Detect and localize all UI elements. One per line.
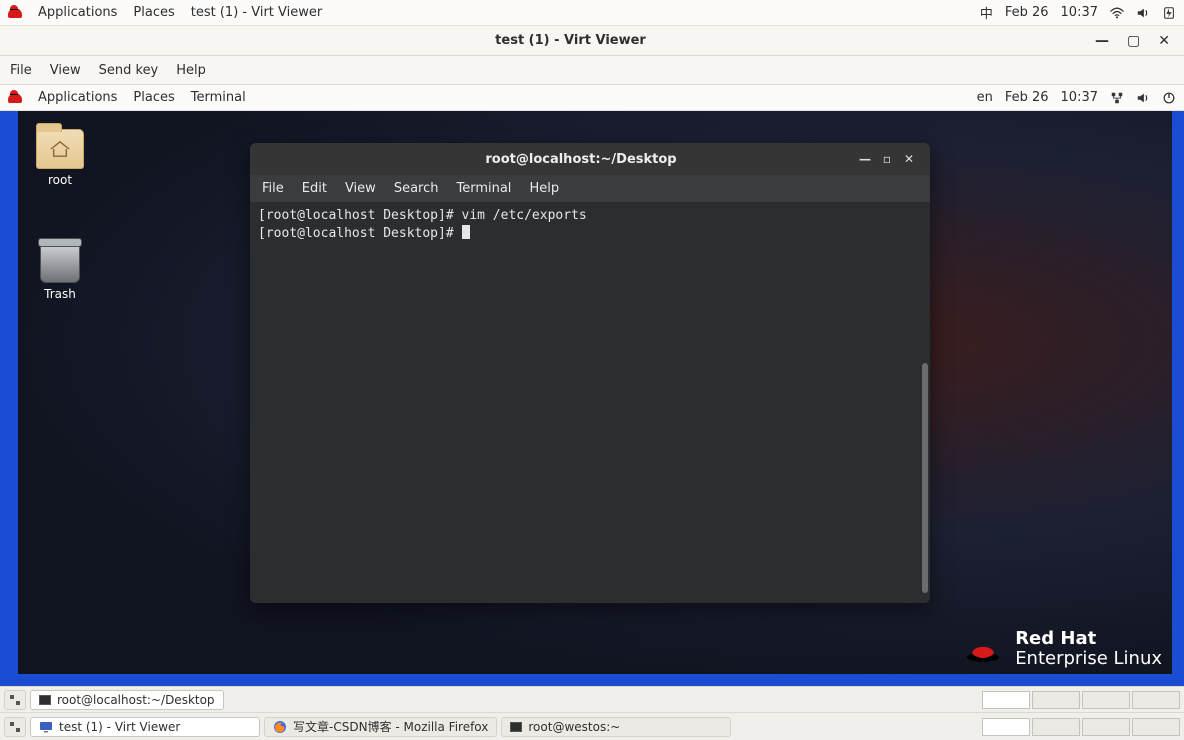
power-icon[interactable] bbox=[1162, 91, 1176, 105]
guest-show-desktop-button[interactable] bbox=[4, 690, 26, 710]
terminal-task-icon bbox=[39, 695, 51, 705]
host-gnome-topbar: Applications Places test (1) - Virt View… bbox=[0, 0, 1184, 26]
folder-icon bbox=[36, 129, 84, 169]
taskbar-item-label: root@localhost:~/Desktop bbox=[57, 693, 215, 707]
redhat-branding: Red Hat Enterprise Linux bbox=[965, 630, 1162, 670]
term-menu-search[interactable]: Search bbox=[394, 181, 439, 196]
terminal-maximize-button[interactable]: ▫ bbox=[876, 148, 898, 170]
brand-line2: Enterprise Linux bbox=[1015, 648, 1162, 670]
term-menu-terminal[interactable]: Terminal bbox=[456, 181, 511, 196]
minimize-button[interactable]: — bbox=[1095, 33, 1109, 49]
terminal-scrollbar[interactable] bbox=[920, 203, 930, 603]
host-date[interactable]: Feb 26 bbox=[1005, 5, 1049, 20]
guest-desktop[interactable]: root Trash root@localhost:~/Desktop — ▫ … bbox=[0, 111, 1184, 686]
term-menu-help[interactable]: Help bbox=[529, 181, 559, 196]
host-applications-menu[interactable]: Applications bbox=[38, 5, 117, 20]
host-taskbar-item-firefox[interactable]: 写文章-CSDN博客 - Mozilla Firefox bbox=[264, 717, 497, 737]
trash-icon bbox=[40, 243, 80, 283]
terminal-line: [root@localhost Desktop]# bbox=[258, 226, 462, 241]
vv-menu-help[interactable]: Help bbox=[176, 63, 206, 78]
host-ime-indicator[interactable]: 中 bbox=[980, 3, 993, 22]
volume-icon[interactable] bbox=[1136, 6, 1150, 20]
guest-taskbar-item-terminal[interactable]: root@localhost:~/Desktop bbox=[30, 690, 224, 710]
host-places-menu[interactable]: Places bbox=[133, 5, 174, 20]
desktop-icon-root-folder[interactable]: root bbox=[32, 129, 88, 187]
redhat-icon bbox=[8, 93, 22, 103]
guest-current-app[interactable]: Terminal bbox=[191, 90, 246, 105]
guest-lang-indicator[interactable]: en bbox=[977, 90, 993, 105]
vv-menu-sendkey[interactable]: Send key bbox=[99, 63, 159, 78]
workspace-4[interactable] bbox=[1132, 691, 1180, 709]
firefox-icon bbox=[273, 720, 287, 734]
terminal-minimize-button[interactable]: — bbox=[854, 148, 876, 170]
network-icon[interactable] bbox=[1110, 91, 1124, 105]
host-taskbar-item-terminal[interactable]: root@westos:~ bbox=[501, 717, 731, 737]
volume-icon[interactable] bbox=[1136, 91, 1150, 105]
desktop-icon-trash[interactable]: Trash bbox=[32, 243, 88, 301]
terminal-title: root@localhost:~/Desktop bbox=[308, 152, 854, 167]
workspace-1[interactable] bbox=[982, 691, 1030, 709]
terminal-menubar: File Edit View Search Terminal Help bbox=[250, 175, 930, 203]
battery-icon[interactable] bbox=[1162, 6, 1176, 20]
vv-menu-file[interactable]: File bbox=[10, 63, 32, 78]
virt-viewer-menubar: File View Send key Help bbox=[0, 56, 1184, 85]
guest-time[interactable]: 10:37 bbox=[1061, 90, 1098, 105]
terminal-cursor bbox=[462, 225, 470, 239]
guest-gnome-topbar: Applications Places Terminal en Feb 26 1… bbox=[0, 85, 1184, 111]
workspace-3[interactable] bbox=[1082, 718, 1130, 736]
desktop-border bbox=[0, 674, 1184, 686]
virt-viewer-window: test (1) - Virt Viewer — ▢ ✕ File View S… bbox=[0, 26, 1184, 85]
desktop-icon-label: Trash bbox=[32, 287, 88, 301]
redhat-icon bbox=[8, 8, 22, 18]
terminal-line: [root@localhost Desktop]# vim /etc/expor… bbox=[258, 208, 587, 223]
terminal-titlebar[interactable]: root@localhost:~/Desktop — ▫ ✕ bbox=[250, 143, 930, 175]
term-menu-edit[interactable]: Edit bbox=[302, 181, 327, 196]
desktop-icon-label: root bbox=[32, 173, 88, 187]
term-menu-view[interactable]: View bbox=[345, 181, 376, 196]
workspace-2[interactable] bbox=[1032, 718, 1080, 736]
vv-menu-view[interactable]: View bbox=[50, 63, 81, 78]
workspace-1[interactable] bbox=[982, 718, 1030, 736]
host-taskbar: test (1) - Virt Viewer 写文章-CSDN博客 - Mozi… bbox=[0, 712, 1184, 740]
taskbar-item-label: 写文章-CSDN博客 - Mozilla Firefox bbox=[293, 718, 488, 735]
host-workspace-switcher[interactable] bbox=[982, 718, 1180, 736]
virt-viewer-titlebar: test (1) - Virt Viewer — ▢ ✕ bbox=[0, 26, 1184, 56]
guest-date[interactable]: Feb 26 bbox=[1005, 90, 1049, 105]
taskbar-item-label: test (1) - Virt Viewer bbox=[59, 720, 180, 734]
guest-workspace-switcher[interactable] bbox=[982, 691, 1180, 709]
close-button[interactable]: ✕ bbox=[1158, 33, 1170, 49]
redhat-logo-icon bbox=[965, 637, 1001, 663]
maximize-button[interactable]: ▢ bbox=[1127, 33, 1140, 49]
host-show-desktop-button[interactable] bbox=[4, 717, 26, 737]
terminal-body[interactable]: [root@localhost Desktop]# vim /etc/expor… bbox=[250, 203, 930, 603]
term-menu-file[interactable]: File bbox=[262, 181, 284, 196]
desktop-border bbox=[0, 111, 18, 686]
taskbar-item-label: root@westos:~ bbox=[528, 720, 620, 734]
virt-viewer-title: test (1) - Virt Viewer bbox=[60, 33, 1081, 48]
terminal-task-icon bbox=[510, 722, 522, 732]
desktop-border bbox=[1172, 111, 1184, 686]
host-current-app[interactable]: test (1) - Virt Viewer bbox=[191, 5, 322, 20]
wifi-icon[interactable] bbox=[1110, 6, 1124, 20]
guest-taskbar: root@localhost:~/Desktop bbox=[0, 686, 1184, 712]
host-taskbar-item-virt-viewer[interactable]: test (1) - Virt Viewer bbox=[30, 717, 260, 737]
host-time[interactable]: 10:37 bbox=[1061, 5, 1098, 20]
workspace-4[interactable] bbox=[1132, 718, 1180, 736]
brand-line1: Red Hat bbox=[1015, 630, 1162, 648]
terminal-close-button[interactable]: ✕ bbox=[898, 148, 920, 170]
terminal-window: root@localhost:~/Desktop — ▫ ✕ File Edit… bbox=[250, 143, 930, 603]
guest-places-menu[interactable]: Places bbox=[133, 90, 174, 105]
scrollbar-thumb[interactable] bbox=[922, 363, 928, 593]
guest-display: Applications Places Terminal en Feb 26 1… bbox=[0, 85, 1184, 712]
guest-applications-menu[interactable]: Applications bbox=[38, 90, 117, 105]
workspace-2[interactable] bbox=[1032, 691, 1080, 709]
workspace-3[interactable] bbox=[1082, 691, 1130, 709]
display-icon bbox=[39, 721, 53, 733]
